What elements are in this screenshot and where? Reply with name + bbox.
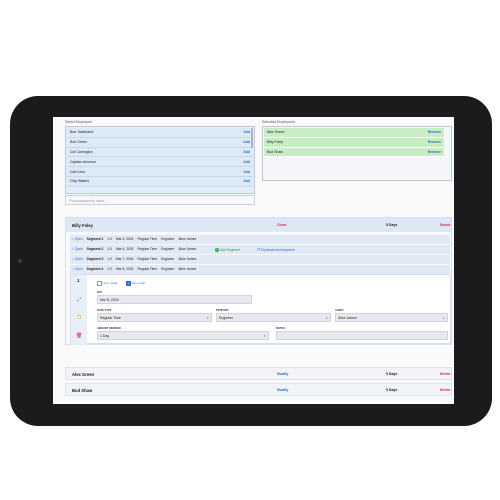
date-type-label: DATE TYPE: [97, 309, 112, 312]
segment-row: ↕ Open Segment 4 1.0 Mar 8, 2024 Regular…: [70, 265, 450, 274]
selected-employees-panel: Selected Employees Alex Green Remove Bill…: [262, 120, 452, 181]
add-button[interactable]: Add: [243, 170, 250, 174]
position-label: POSITION: [216, 309, 229, 312]
day-mode-checkbox[interactable]: ✓ Day mode: [126, 281, 145, 286]
chevron-down-icon: ⇕: [325, 315, 328, 320]
employee-search-input[interactable]: Find employee by name...: [65, 195, 255, 205]
open-segment-button[interactable]: ↕ Open: [72, 237, 83, 241]
employee-card-active: Billy Foley Close 5 Days Delete ↕ Open S…: [65, 217, 452, 345]
list-item: Bob Green Add: [67, 137, 253, 148]
card-header: Billy Foley Close 5 Days Delete: [66, 218, 451, 232]
add-segment-button[interactable]: + Add Segment: [215, 248, 240, 252]
add-button[interactable]: Add: [243, 150, 250, 154]
remove-button[interactable]: Remove: [428, 130, 441, 134]
day-field[interactable]: Mar 8, 2024: [97, 295, 252, 304]
modify-button[interactable]: Modify: [277, 372, 288, 376]
list-item: Chip Waters Add: [67, 176, 253, 187]
hour-mode-checkbox[interactable]: Hour mode: [97, 281, 117, 286]
plus-icon: +: [215, 248, 219, 252]
list-item: Captain America Add: [67, 157, 253, 168]
amount-worked-label: AMOUNT WORKED: [97, 327, 121, 330]
duplicate-segment-button[interactable]: ❐ Duplicate last segment: [257, 248, 294, 252]
open-segment-button[interactable]: ↕ Open: [72, 247, 83, 251]
remove-button[interactable]: Remove: [428, 150, 441, 154]
segment-number: 1: [77, 278, 80, 283]
modify-button[interactable]: Modify: [277, 388, 288, 392]
add-button[interactable]: Add: [243, 140, 250, 144]
position-select[interactable]: Engineer ⇕: [216, 313, 331, 322]
copy-icon: ❐: [257, 248, 260, 252]
select-employee-panel: Select Employee Bea Tasterland Add Bob Gr…: [65, 120, 255, 205]
asset-label: ASSET: [335, 309, 344, 312]
selected-list: Alex Green Remove Billy Foley Remove Bud S…: [262, 126, 452, 181]
segment-sidebar: 1 ⤢ ❐ 🗑: [71, 275, 87, 345]
employee-row: Alex Green Modify 5 Days Delete: [65, 367, 452, 380]
tablet-frame: Select Employee Bea Tasterland Add Bob Gr…: [10, 96, 492, 426]
list-scrollbar[interactable]: [250, 128, 253, 148]
chevron-down-icon: ⇕: [442, 315, 445, 320]
days-count: 5 Days: [386, 223, 398, 227]
date-type-select[interactable]: Regular Time ⇕: [97, 313, 212, 322]
employee-name: Billy Foley: [72, 222, 93, 228]
list-item: Bea Tasterland Add: [67, 128, 253, 138]
asset-select[interactable]: Alice James ⇕: [335, 313, 448, 322]
add-button[interactable]: Add: [243, 160, 250, 164]
delete-button[interactable]: Delete: [440, 372, 451, 376]
delete-button[interactable]: Delete: [440, 388, 451, 392]
notes-field[interactable]: [276, 331, 448, 340]
close-button[interactable]: Close: [277, 223, 287, 227]
app-screen: Select Employee Bea Tasterland Add Bob Gr…: [53, 117, 454, 404]
open-segment-button[interactable]: ↕ Open: [72, 257, 83, 261]
employee-row: Bud Shaw Modify 5 Days Delete: [65, 383, 452, 396]
camera-icon: [18, 259, 22, 263]
employee-list[interactable]: Bea Tasterland Add Bob Green Add Cal Carri…: [65, 126, 255, 194]
list-item: Bud Shaw Remove: [264, 147, 444, 158]
trash-icon[interactable]: 🗑: [76, 333, 82, 339]
segment-detail-form: 1 ⤢ ❐ 🗑 Hour mode ✓ Day mode DAY Mar 8, …: [70, 274, 451, 345]
list-item: Alex Green Remove: [264, 128, 444, 138]
expand-icon[interactable]: ⤢: [76, 297, 82, 303]
chevron-down-icon: ⇕: [263, 333, 266, 338]
amount-worked-select[interactable]: 1 Day ⇕: [97, 331, 269, 340]
list-item: Cal Carrington Add: [67, 147, 253, 158]
list-item: Billy Foley Remove: [264, 137, 444, 148]
add-button[interactable]: Add: [243, 179, 250, 183]
delete-button[interactable]: Delete: [440, 223, 451, 227]
segment-row: ↕ Open Segment 3 1.0 Mar 7, 2024 Regular…: [70, 255, 450, 264]
chevron-down-icon: ⇕: [206, 315, 209, 320]
list-item: Carl Lens Add: [67, 167, 253, 177]
segment-row: ↕ Open Segment 1 1.0 Mar 4, 2024 Regular…: [70, 235, 450, 244]
add-button[interactable]: Add: [243, 130, 250, 134]
remove-button[interactable]: Remove: [428, 140, 441, 144]
notes-label: NOTES: [276, 327, 285, 330]
day-label: DAY: [97, 291, 103, 294]
open-segment-button[interactable]: ↕ Open: [72, 267, 83, 271]
copy-icon[interactable]: ❐: [76, 315, 82, 321]
